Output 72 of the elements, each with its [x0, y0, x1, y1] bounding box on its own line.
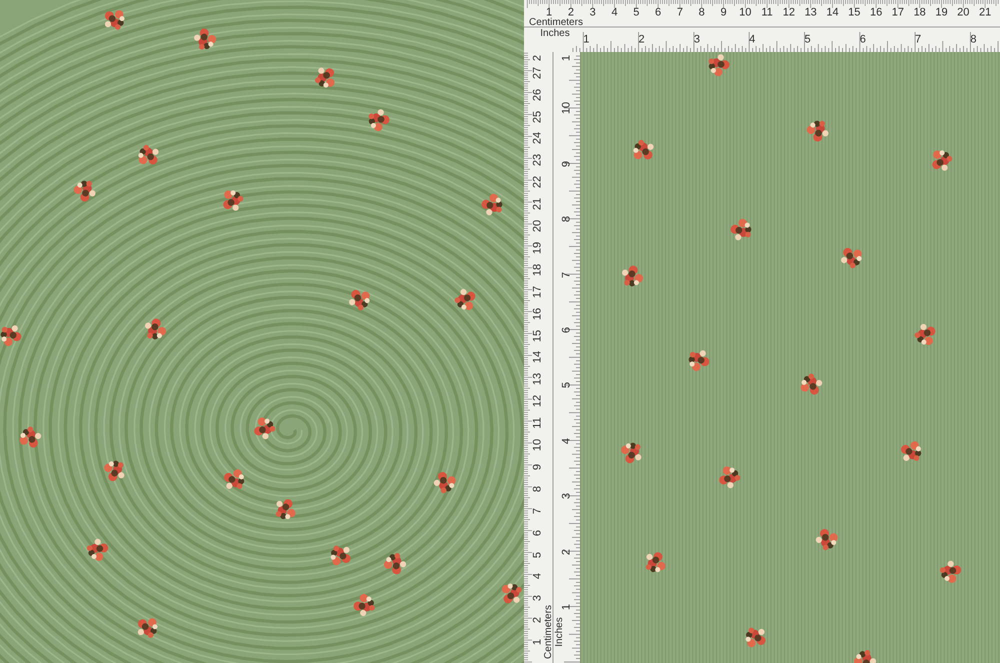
ruler-number: 7: [562, 272, 572, 278]
ruler-number: 16: [532, 307, 544, 320]
ruler-number: 14: [826, 8, 839, 18]
ruler-number: 20: [957, 8, 970, 18]
ruler-number: 22: [532, 176, 544, 188]
ruler-number: 24: [532, 132, 544, 145]
ruler-number: 7: [676, 8, 683, 18]
ruler-number: 13: [532, 373, 544, 386]
ruler-number: 4: [611, 8, 618, 18]
ruler-number: 16: [870, 8, 882, 18]
ruler-number: 8: [970, 34, 976, 46]
ruler-number: 2: [532, 617, 544, 624]
ruler-number: 18: [914, 8, 926, 18]
ruler-number: 11: [761, 8, 773, 18]
ruler-number: 10: [562, 102, 572, 115]
ruler-unit-label: Inches: [555, 617, 565, 647]
ruler-number: 9: [532, 464, 544, 470]
ruler-number: 5: [532, 551, 544, 558]
ruler-number: 25: [532, 110, 544, 123]
ruler-number: 4: [562, 438, 572, 444]
ruler-number: 2: [568, 8, 574, 18]
ruler-number: 1: [546, 8, 552, 18]
ruler-number: 10: [739, 8, 752, 18]
ruler-number: 10: [532, 438, 544, 452]
ruler-number: 8: [532, 486, 544, 492]
ruler-number: 19: [935, 8, 948, 18]
ruler-number: 5: [562, 382, 572, 388]
ruler-number: 1: [562, 604, 572, 610]
ruler-number: 12: [532, 395, 544, 408]
ruler-number: 9: [562, 160, 572, 167]
ruler-number: 19: [532, 242, 544, 254]
ruler-number: 8: [698, 8, 705, 18]
ruler-number: 4: [532, 573, 544, 580]
ruler-number: 6: [562, 326, 572, 334]
ruler-number: 27: [532, 66, 544, 79]
ruler-number: 2: [562, 548, 572, 555]
ruler-number: 15: [532, 329, 544, 342]
ruler-number: 9: [720, 8, 727, 18]
ruler-number: 3: [532, 595, 544, 602]
ruler-number: 14: [532, 351, 544, 364]
ruler-number: 4: [749, 34, 756, 46]
ruler-unit-label: Centimeters: [544, 605, 554, 659]
ruler-number: 1: [562, 54, 572, 62]
ruler-number: 1: [583, 34, 590, 46]
ruler-number: 5: [804, 34, 811, 46]
ruler-number: 11: [532, 417, 544, 429]
ruler-number: 1: [532, 639, 544, 646]
ruler-number: 5: [633, 8, 640, 18]
ruler-unit-label: Inches: [540, 29, 570, 39]
ruler-number: 8: [562, 216, 572, 222]
ruler-unit-label: Centimeters: [529, 18, 583, 28]
ruler-number: 23: [532, 154, 544, 166]
ruler-number: 20: [532, 220, 544, 232]
ruler-number: 2: [532, 54, 544, 62]
ruler-number: 15: [848, 8, 860, 18]
ruler-number: 13: [804, 8, 817, 18]
ruler-number: 7: [532, 508, 544, 514]
ruler-number: 21: [978, 8, 992, 18]
ruler-number: 6: [860, 34, 866, 46]
ruler-number: 26: [532, 88, 544, 101]
ruler-number: 7: [915, 34, 922, 46]
ruler-number: 6: [655, 8, 662, 18]
ruler-number: 3: [562, 493, 572, 500]
ruler-number: 17: [892, 8, 904, 18]
ruler-number: 6: [532, 530, 544, 536]
ruler-number: 17: [532, 286, 544, 298]
ruler-number: 3: [694, 34, 700, 46]
ruler-number: 12: [782, 8, 796, 18]
ruler-number: 3: [590, 8, 596, 18]
ruler-number: 21: [532, 198, 544, 210]
ruler-number: 18: [532, 264, 544, 276]
ruler-number: 2: [638, 34, 645, 46]
